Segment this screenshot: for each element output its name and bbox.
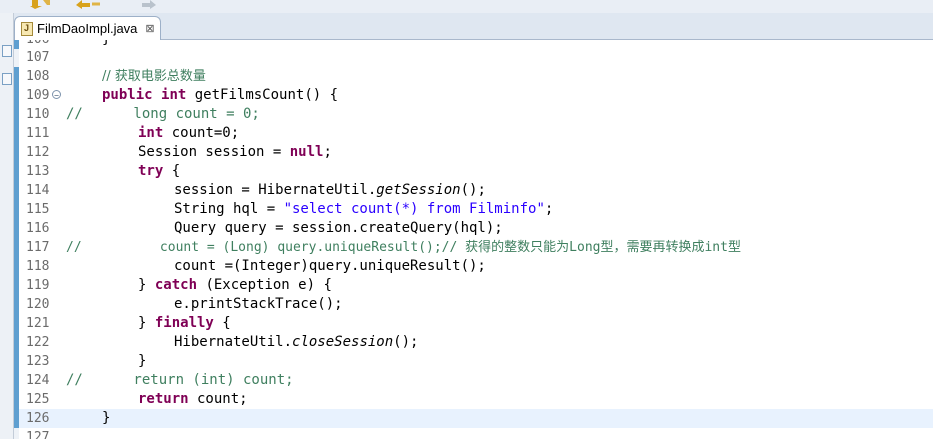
code-text: } finally { <box>138 315 231 331</box>
code-line-current: 126 } <box>14 409 933 428</box>
code-text: Session session = null; <box>138 144 332 160</box>
code-line: 112 Session session = null; <box>14 143 933 162</box>
change-marker <box>14 314 19 333</box>
code-line: 117 // count = (Long) query.uniqueResult… <box>14 238 933 257</box>
code-line: 109 − public int getFilmsCount() { <box>14 86 933 105</box>
code-line: 110 // long count = 0; <box>14 105 933 124</box>
line-number: 117 <box>26 240 50 255</box>
line-number: 111 <box>26 126 50 141</box>
line-number: 115 <box>26 202 50 217</box>
change-marker <box>14 409 19 428</box>
code-line: 120 e.printStackTrace(); <box>14 295 933 314</box>
change-marker <box>14 124 19 143</box>
java-file-icon: J <box>21 21 33 36</box>
code-line: 122 HibernateUtil.closeSession(); <box>14 333 933 352</box>
code-line: 108 // 获取电影总数量 <box>14 67 933 86</box>
tab-filmdaoimpl[interactable]: J FilmDaoImpl.java ⊠ <box>14 16 161 40</box>
change-marker <box>14 86 19 105</box>
change-marker <box>14 162 19 181</box>
code-text: session = HibernateUtil.getSession(); <box>174 182 486 198</box>
code-line: 123 } <box>14 352 933 371</box>
left-trim-bar <box>0 13 14 439</box>
change-marker <box>14 67 19 86</box>
change-marker <box>14 371 19 390</box>
change-marker <box>14 105 19 124</box>
code-line: 111 int count=0; <box>14 124 933 143</box>
line-number: 118 <box>26 259 50 274</box>
line-number: 108 <box>26 69 50 84</box>
forward-arrow-icon[interactable] <box>76 0 100 9</box>
code-text: count =(Integer)query.uniqueResult(); <box>174 258 486 274</box>
forward-disabled-icon <box>142 0 156 9</box>
editor-tab-bar: J FilmDaoImpl.java ⊠ <box>14 13 933 40</box>
line-number: 110 <box>26 107 50 122</box>
code-text: } <box>138 353 147 369</box>
close-icon[interactable]: ⊠ <box>145 22 154 35</box>
code-text: // count = (Long) query.uniqueResult();/… <box>66 240 741 255</box>
minimized-view-icon[interactable] <box>2 73 12 85</box>
code-line: 127 <box>14 428 933 439</box>
code-text: String hql = "select count(*) from Filmi… <box>174 201 554 217</box>
code-line: 124 // return (int) count; <box>14 371 933 390</box>
change-marker <box>14 238 19 257</box>
code-text: Query query = session.createQuery(hql); <box>174 220 503 236</box>
change-marker <box>14 200 19 219</box>
change-marker <box>14 390 19 409</box>
change-marker <box>14 276 19 295</box>
line-number: 121 <box>26 316 50 331</box>
line-number: 123 <box>26 354 50 369</box>
code-text: } catch (Exception e) { <box>138 277 332 293</box>
change-marker <box>14 333 19 352</box>
change-marker <box>14 181 19 200</box>
code-line: 118 count =(Integer)query.uniqueResult()… <box>14 257 933 276</box>
line-number: 112 <box>26 145 50 160</box>
code-text: int count=0; <box>138 125 240 141</box>
code-text: return count; <box>138 391 248 407</box>
minimized-view-icon[interactable] <box>2 45 12 57</box>
code-text: // return (int) count; <box>66 372 294 388</box>
code-text: } <box>102 410 111 426</box>
code-text: // 获取电影总数量 <box>102 69 206 84</box>
code-line: 116 Query query = session.createQuery(hq… <box>14 219 933 238</box>
tab-title: FilmDaoImpl.java <box>37 21 138 36</box>
change-marker <box>14 143 19 162</box>
back-arrow-icon[interactable] <box>30 0 52 9</box>
code-text: e.printStackTrace(); <box>174 296 343 312</box>
code-line: 119 } catch (Exception e) { <box>14 276 933 295</box>
line-number: 122 <box>26 335 50 350</box>
line-number: 113 <box>26 164 50 179</box>
code-text: try { <box>138 163 181 179</box>
line-number: 125 <box>26 392 50 407</box>
change-marker <box>14 295 19 314</box>
code-text: // long count = 0; <box>66 106 260 122</box>
line-number: 127 <box>26 430 50 439</box>
change-marker <box>14 257 19 276</box>
code-editor[interactable]: 106 } 107 108 // 获取电影总数量 109 − public in… <box>14 40 933 439</box>
code-line: 113 try { <box>14 162 933 181</box>
line-number: 124 <box>26 373 50 388</box>
code-line: 114 session = HibernateUtil.getSession()… <box>14 181 933 200</box>
change-marker <box>14 352 19 371</box>
line-number: 126 <box>26 411 50 426</box>
line-number: 116 <box>26 221 50 236</box>
code-line: 121 } finally { <box>14 314 933 333</box>
change-marker <box>14 219 19 238</box>
line-number: 114 <box>26 183 50 198</box>
line-number: 107 <box>26 50 50 65</box>
code-text: HibernateUtil.closeSession(); <box>174 334 419 350</box>
line-number: 109 <box>26 88 50 103</box>
fold-toggle-icon[interactable]: − <box>52 90 61 100</box>
code-line: 107 <box>14 48 933 67</box>
code-line: 115 String hql = "select count(*) from F… <box>14 200 933 219</box>
line-number: 120 <box>26 297 50 312</box>
toolbar <box>0 0 933 14</box>
code-text: public int getFilmsCount() { <box>102 87 339 103</box>
code-line: 125 return count; <box>14 390 933 409</box>
line-number: 119 <box>26 278 50 293</box>
